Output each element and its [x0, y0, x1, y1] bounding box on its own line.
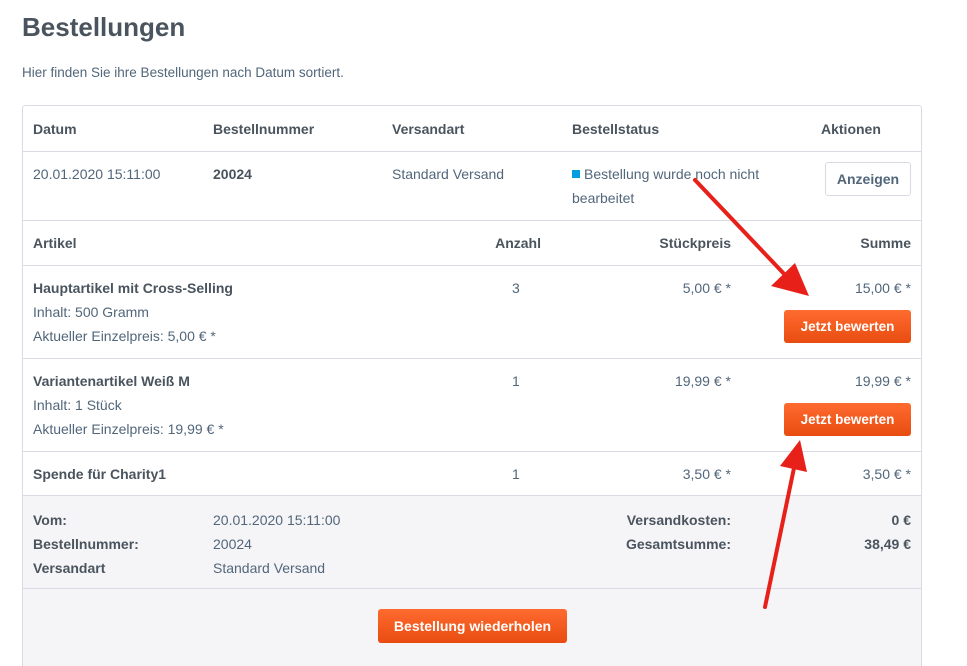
summary-number-value: 20024 [213, 536, 252, 552]
article-name: Variantenartikel Weiß M [33, 373, 190, 389]
summary-shipping-cost-label: Versandkosten: [626, 512, 731, 528]
show-order-button[interactable]: Anzeigen [825, 162, 911, 196]
article-current-price: Aktueller Einzelpreis: 19,99 € * [33, 421, 224, 437]
repeat-order-button[interactable]: Bestellung wiederholen [378, 609, 567, 643]
article-row: Variantenartikel Weiß M Inhalt: 1 Stück … [23, 359, 921, 452]
summary-number-label: Bestellnummer: [33, 536, 139, 552]
header-unit-price: Stückpreis [659, 235, 731, 251]
order-row: 20.01.2020 15:11:00 20024 Standard Versa… [23, 152, 921, 221]
article-name: Hauptartikel mit Cross-Selling [33, 280, 233, 296]
summary-from-value: 20.01.2020 15:11:00 [213, 512, 341, 528]
header-quantity: Anzahl [495, 235, 541, 251]
summary-labels: Vom: Bestellnummer: Versandart [33, 508, 139, 580]
article-row: Hauptartikel mit Cross-Selling Inhalt: 5… [23, 266, 921, 359]
rate-product-button[interactable]: Jetzt bewerten [784, 403, 911, 436]
summary-total-label: Gesamtsumme: [625, 536, 731, 552]
page-subtitle: Hier finden Sie ihre Bestellungen nach D… [22, 65, 344, 80]
article-content: Inhalt: 500 Gramm [33, 304, 149, 320]
header-order-number: Bestellnummer [213, 121, 315, 137]
page-title: Bestellungen [22, 12, 186, 42]
article-table-header: Artikel Anzahl Stückpreis Summe [23, 221, 921, 266]
article-unit-price: 19,99 € * [674, 373, 731, 389]
header-shipping: Versandart [392, 121, 465, 137]
summary-shipping-label: Versandart [33, 560, 106, 576]
summary-values: 20.01.2020 15:11:00 20024 Standard Versa… [213, 508, 340, 580]
article-details: Variantenartikel Weiß M Inhalt: 1 Stück … [33, 369, 224, 441]
repeat-order-section: Bestellung wiederholen [23, 589, 921, 666]
order-table-header: Datum Bestellnummer Versandart Bestellst… [23, 106, 921, 152]
rate-product-button[interactable]: Jetzt bewerten [784, 310, 911, 343]
article-quantity: 3 [512, 280, 520, 296]
order-shipping: Standard Versand [392, 166, 505, 182]
order-status: Bestellung wurde noch nicht bearbeitet [572, 162, 802, 210]
article-row: Spende für Charity1 1 3,50 € * 3,50 € * [23, 452, 921, 496]
summary-shipping-value: Standard Versand [213, 560, 326, 576]
article-quantity: 1 [512, 373, 520, 389]
order-summary: Vom: Bestellnummer: Versandart 20.01.202… [23, 496, 921, 589]
header-date: Datum [33, 121, 77, 137]
summary-shipping-cost-value: 0 € [891, 512, 911, 528]
article-unit-price: 3,50 € * [682, 466, 731, 482]
order-status-line2: bearbeitet [572, 190, 635, 206]
order-date: 20.01.2020 15:11:00 [33, 166, 161, 182]
article-details: Hauptartikel mit Cross-Selling Inhalt: 5… [33, 276, 233, 348]
article-current-price: Aktueller Einzelpreis: 5,00 € * [33, 328, 216, 344]
order-number: 20024 [213, 166, 252, 182]
article-quantity: 1 [512, 466, 520, 482]
header-sum: Summe [860, 235, 911, 251]
summary-total-value: 38,49 € [864, 536, 911, 552]
summary-cost-values: 0 € 38,49 € [791, 508, 911, 556]
header-status: Bestellstatus [572, 121, 660, 137]
order-status-line1: Bestellung wurde noch nicht [584, 166, 760, 182]
article-sum: 19,99 € * [854, 373, 911, 389]
article-content: Inhalt: 1 Stück [33, 397, 122, 413]
summary-from-label: Vom: [33, 512, 67, 528]
article-unit-price: 5,00 € * [682, 280, 731, 296]
article-sum: 15,00 € * [854, 280, 911, 296]
header-article: Artikel [33, 235, 77, 251]
article-sum: 3,50 € * [862, 466, 911, 482]
article-name: Spende für Charity1 [33, 466, 167, 482]
status-indicator-icon [572, 170, 580, 178]
order-panel: Datum Bestellnummer Versandart Bestellst… [22, 105, 922, 666]
summary-cost-labels: Versandkosten: Gesamtsumme: [581, 508, 731, 556]
header-actions: Aktionen [821, 121, 881, 137]
